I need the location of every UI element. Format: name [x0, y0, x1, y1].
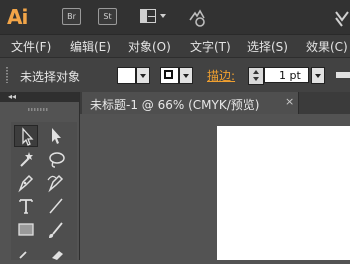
- stroke-color-swatch[interactable]: [160, 67, 179, 84]
- canvas-area[interactable]: [80, 114, 350, 260]
- curvature-tool[interactable]: [44, 172, 68, 194]
- direct-selection-tool[interactable]: [44, 125, 68, 147]
- app-bar: Ai Br St: [0, 0, 350, 34]
- eraser-tool[interactable]: [44, 242, 68, 264]
- fill-dropdown[interactable]: [136, 67, 150, 84]
- menu-object[interactable]: 对象(O): [128, 38, 171, 55]
- control-bar: 未选择对象 描边: 1 pt: [0, 57, 350, 93]
- tools-panel-header: ◂◂: [0, 92, 80, 102]
- menu-effect[interactable]: 效果(C): [306, 38, 348, 55]
- lasso-tool-icon: [49, 152, 65, 168]
- type-tool[interactable]: [14, 195, 38, 217]
- menu-file[interactable]: 文件(F): [11, 38, 51, 55]
- pen-tool[interactable]: [14, 172, 38, 194]
- illustrator-logo: Ai: [7, 5, 28, 29]
- close-icon[interactable]: ×: [285, 95, 294, 108]
- stroke-color-dropdown[interactable]: [179, 67, 193, 84]
- rectangle-tool[interactable]: [14, 219, 38, 241]
- type-tool-icon: [19, 199, 33, 214]
- menu-select[interactable]: 选择(S): [247, 38, 288, 55]
- menu-type[interactable]: 文字(T): [190, 38, 231, 55]
- eraser-tool-icon: [52, 251, 63, 260]
- document-tab-title: 未标题-1 @ 66% (CMYK/预览): [90, 98, 260, 112]
- document-tab[interactable]: 未标题-1 @ 66% (CMYK/预览) ×: [82, 92, 299, 114]
- artboard[interactable]: [217, 126, 350, 260]
- magic-wand-tool-icon: [20, 152, 33, 167]
- line-segment-tool-icon: [49, 198, 63, 214]
- stroke-weight-dropdown[interactable]: [311, 67, 325, 84]
- line-segment-tool[interactable]: [44, 195, 68, 217]
- stroke-weight-input[interactable]: 1 pt: [264, 67, 309, 83]
- stroke-label[interactable]: 描边:: [207, 67, 235, 84]
- menu-bar: 文件(F) 编辑(E) 对象(O) 文字(T) 选择(S) 效果(C): [0, 34, 350, 57]
- tools-panel-grip[interactable]: [28, 108, 48, 111]
- selection-tool[interactable]: [14, 125, 38, 147]
- fill-color-swatch[interactable]: [117, 67, 136, 84]
- stroke-weight-stepper[interactable]: [248, 67, 264, 85]
- lasso-tool[interactable]: [44, 149, 68, 171]
- arrange-documents-icon[interactable]: [140, 9, 156, 23]
- sync-settings-icon[interactable]: [186, 6, 208, 28]
- arrange-dropdown-chevron-icon[interactable]: [160, 14, 166, 18]
- bridge-button[interactable]: Br: [62, 8, 81, 25]
- document-tab-bar: 未标题-1 @ 66% (CMYK/预览) ×: [80, 92, 350, 114]
- collapse-panel-icon[interactable]: ◂◂: [8, 92, 16, 102]
- shaper-tool[interactable]: [14, 242, 38, 264]
- shaper-tool-icon: [19, 251, 27, 259]
- menu-edit[interactable]: 编辑(E): [70, 38, 111, 55]
- control-bar-grip[interactable]: [6, 67, 8, 83]
- selection-tool-icon: [22, 127, 34, 146]
- workspace-switcher-icon[interactable]: [334, 6, 350, 28]
- paintbrush-tool[interactable]: [44, 219, 68, 241]
- pen-tool-icon: [18, 174, 34, 193]
- variable-width-profile[interactable]: [336, 72, 350, 78]
- curvature-tool-icon: [47, 174, 64, 193]
- tools-panel: ◂◂: [0, 92, 80, 260]
- rectangle-tool-icon: [18, 223, 34, 236]
- magic-wand-tool[interactable]: [14, 149, 38, 171]
- selection-status: 未选择对象: [20, 70, 81, 84]
- stock-button[interactable]: St: [98, 8, 117, 25]
- paintbrush-tool-icon: [49, 222, 63, 238]
- direct-selection-tool-icon: [52, 128, 61, 144]
